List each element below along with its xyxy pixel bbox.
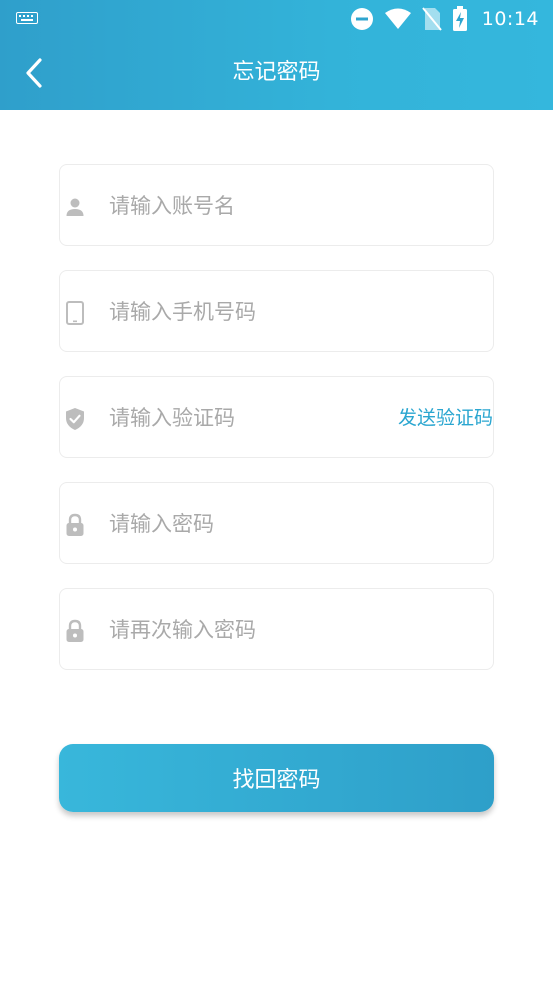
recover-password-button[interactable]: 找回密码: [59, 744, 494, 812]
lock-icon: [64, 513, 86, 536]
battery-charging-icon: [452, 6, 467, 31]
page-title: 忘记密码: [232, 60, 321, 85]
lock-icon: [64, 619, 86, 642]
account-field: [59, 164, 494, 246]
keyboard-icon: [16, 12, 38, 24]
no-sim-icon: [421, 7, 442, 31]
phone-input[interactable]: [109, 291, 389, 333]
top-app-bar: 10:14 忘记密码: [0, 0, 553, 110]
confirm-password-field: [59, 588, 494, 670]
status-icons: 10:14: [350, 6, 539, 32]
status-time: 10:14: [481, 8, 539, 30]
user-icon: [64, 196, 86, 218]
password-input[interactable]: [109, 503, 389, 545]
verification-code-field: 发送验证码: [59, 376, 494, 458]
do-not-disturb-icon: [350, 8, 373, 30]
confirm-password-input[interactable]: [109, 609, 389, 651]
verification-code-input[interactable]: [109, 397, 369, 439]
password-field: [59, 482, 494, 564]
account-input[interactable]: [109, 185, 389, 227]
shield-check-icon: [64, 408, 86, 430]
wifi-icon: [384, 8, 411, 29]
phone-field: [59, 270, 494, 352]
status-bar: 10:14: [0, 0, 553, 38]
send-code-button[interactable]: 发送验证码: [398, 404, 493, 432]
phone-icon: [64, 301, 86, 325]
